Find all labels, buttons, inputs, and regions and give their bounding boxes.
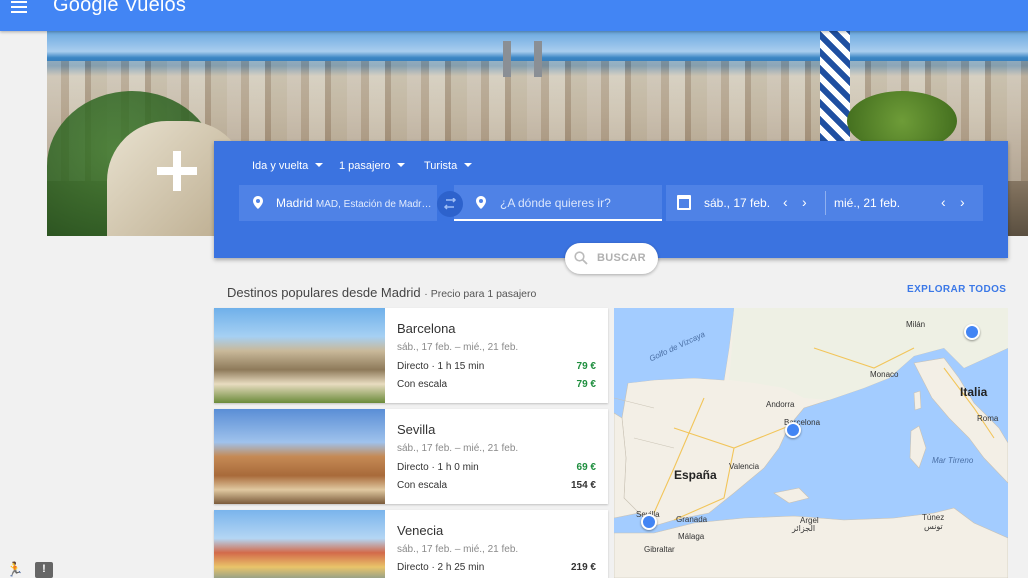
search-button-label: BUSCAR bbox=[597, 252, 646, 264]
section-title: Destinos populares desde Madrid · Precio… bbox=[227, 285, 537, 300]
map-label-monaco: Monaco bbox=[870, 370, 899, 379]
feedback-icon[interactable]: ! bbox=[35, 562, 53, 578]
destination-photo bbox=[214, 409, 385, 504]
origin-field[interactable]: Madrid MAD, Estación de Madr… bbox=[239, 185, 437, 221]
map-label-granada: Granada bbox=[676, 515, 708, 524]
map-label-argel-ar: الجزائر bbox=[792, 524, 816, 533]
chevron-down-icon bbox=[397, 163, 406, 167]
map-label-andorra: Andorra bbox=[766, 400, 795, 409]
destination-input[interactable]: ¿A dónde quieres ir? bbox=[500, 196, 611, 210]
destination-city: Venecia bbox=[397, 523, 444, 538]
map-label-milan: Milán bbox=[906, 320, 926, 329]
destination-dates: sáb., 17 feb. – mié., 21 feb. bbox=[397, 443, 519, 454]
hero-tower bbox=[503, 41, 511, 77]
passengers-select[interactable]: 1 pasajero bbox=[339, 160, 406, 172]
map-label-mar-tirreno: Mar Tirreno bbox=[932, 456, 974, 465]
location-pin-icon bbox=[476, 196, 486, 209]
direct-flight-row: Directo · 1 h 15 min 79 € bbox=[397, 361, 596, 372]
swap-icon[interactable] bbox=[437, 191, 463, 217]
map-marker-barcelona[interactable] bbox=[785, 422, 801, 438]
calendar-icon bbox=[677, 195, 691, 210]
destination-city: Sevilla bbox=[397, 422, 436, 437]
origin-detail: MAD, Estación de Madr… bbox=[315, 199, 432, 210]
destination-card[interactable]: Sevilla sáb., 17 feb. – mié., 21 feb. Di… bbox=[214, 409, 608, 504]
hero-mosaic-column bbox=[820, 31, 850, 141]
destination-card[interactable]: Barcelona sáb., 17 feb. – mié., 21 feb. … bbox=[214, 308, 608, 403]
prev-date-icon[interactable]: ‹ bbox=[783, 194, 788, 210]
destination-dates: sáb., 17 feb. – mié., 21 feb. bbox=[397, 544, 519, 555]
destination-field[interactable]: ¿A dónde quieres ir? bbox=[454, 185, 662, 221]
map-marker-venecia[interactable] bbox=[964, 324, 980, 340]
map-label-espana: España bbox=[674, 468, 717, 482]
cabin-select[interactable]: Turista bbox=[424, 160, 473, 172]
stop-flight-row: Con escala 154 € bbox=[397, 480, 596, 491]
map-marker-sevilla[interactable] bbox=[641, 514, 657, 530]
app-header: Google Vuelos bbox=[0, 0, 1028, 31]
next-date-icon[interactable]: › bbox=[802, 194, 807, 210]
direct-flight-row: Directo · 2 h 25 min 219 € bbox=[397, 562, 596, 573]
direct-flight-row: Directo · 1 h 0 min 69 € bbox=[397, 462, 596, 473]
destination-dates: sáb., 17 feb. – mié., 21 feb. bbox=[397, 342, 519, 353]
explore-all-link[interactable]: EXPLORAR TODOS bbox=[907, 284, 1006, 295]
app-title: Google Vuelos bbox=[53, 0, 187, 16]
direct-price: 79 € bbox=[576, 361, 596, 372]
stop-flight-row: Con escala 79 € bbox=[397, 379, 596, 390]
destination-city: Barcelona bbox=[397, 321, 456, 336]
chevron-down-icon bbox=[315, 163, 324, 167]
return-date[interactable]: mié., 21 feb. bbox=[834, 196, 900, 210]
depart-date[interactable]: sáb., 17 feb. bbox=[704, 196, 770, 210]
search-button[interactable]: BUSCAR bbox=[565, 243, 658, 274]
origin-city: Madrid bbox=[276, 196, 313, 210]
next-date-icon[interactable]: › bbox=[960, 194, 965, 210]
direct-price: 69 € bbox=[576, 462, 596, 473]
destinations-map[interactable]: Milán Golfo de Vizcaya Monaco Italia And… bbox=[614, 308, 1008, 578]
flight-search-panel: Ida y vuelta 1 pasajero Turista Madrid M… bbox=[214, 141, 1008, 258]
map-label-valencia: Valencia bbox=[729, 462, 760, 471]
prev-date-icon[interactable]: ‹ bbox=[941, 194, 946, 210]
map-label-italia: Italia bbox=[960, 385, 988, 399]
dates-field[interactable]: sáb., 17 feb. ‹ › mié., 21 feb. ‹ › bbox=[666, 185, 983, 221]
hero-cross bbox=[157, 151, 197, 191]
date-divider bbox=[825, 191, 826, 215]
trip-type-select[interactable]: Ida y vuelta bbox=[252, 160, 324, 172]
chevron-down-icon bbox=[464, 163, 473, 167]
accessibility-icon[interactable]: 🏃 bbox=[6, 561, 23, 578]
map-label-tunez: Túnez bbox=[922, 513, 945, 522]
stop-price: 154 € bbox=[570, 480, 596, 491]
menu-icon[interactable] bbox=[11, 1, 27, 15]
map-label-tunez-ar: تونس bbox=[924, 522, 943, 531]
direct-price: 219 € bbox=[570, 562, 596, 573]
section-subtitle: · Precio para 1 pasajero bbox=[424, 288, 537, 300]
map-label-roma: Roma bbox=[977, 414, 999, 423]
location-pin-icon bbox=[253, 196, 263, 209]
destination-card[interactable]: Venecia sáb., 17 feb. – mié., 21 feb. Di… bbox=[214, 510, 608, 578]
map-label-gibraltar: Gibraltar bbox=[644, 545, 675, 554]
hero-tower bbox=[534, 41, 542, 77]
destination-photo bbox=[214, 308, 385, 403]
search-icon bbox=[574, 251, 588, 265]
map-label-malaga: Málaga bbox=[678, 532, 705, 541]
stop-price: 79 € bbox=[576, 379, 596, 390]
destination-photo bbox=[214, 510, 385, 578]
